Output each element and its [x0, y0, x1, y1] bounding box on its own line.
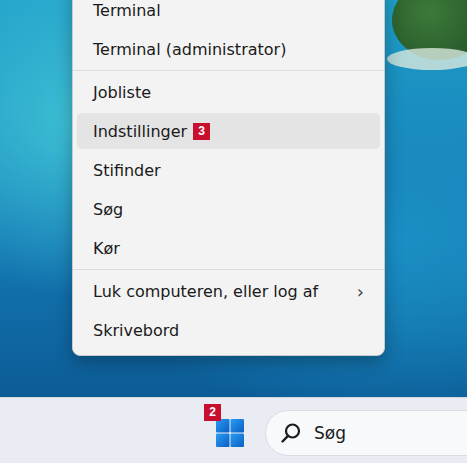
- search-icon: [280, 422, 302, 444]
- menu-separator: [73, 70, 384, 71]
- step-badge: 3: [193, 123, 210, 140]
- step-badge: 2: [204, 404, 221, 421]
- menu-item[interactable]: Stifinder: [77, 152, 380, 188]
- chevron-right-icon: ›: [357, 281, 368, 302]
- menu-item[interactable]: Jobliste: [77, 74, 380, 110]
- menu-item[interactable]: Terminal (administrator): [77, 31, 380, 67]
- windows-logo-icon: [215, 418, 245, 448]
- shore-image: [387, 48, 467, 70]
- menu-item[interactable]: Indstillinger3: [77, 113, 380, 149]
- menu-item[interactable]: Terminal: [77, 0, 380, 28]
- start-button[interactable]: 2: [215, 418, 245, 448]
- menu-item[interactable]: Skrivebord: [77, 312, 380, 348]
- search-box[interactable]: Søg: [265, 410, 467, 456]
- menu-separator: [73, 269, 384, 270]
- taskbar: 2 Søg: [0, 397, 467, 463]
- desktop: 2 Søg Terminal Terminal (administrator) Jobl…: [0, 0, 467, 463]
- search-placeholder: Søg: [314, 423, 346, 443]
- menu-item[interactable]: Søg: [77, 191, 380, 227]
- menu-item[interactable]: Luk computeren, eller log af›: [77, 273, 380, 309]
- menu-item[interactable]: Kør: [77, 230, 380, 266]
- context-menu: Terminal Terminal (administrator) Jobliste…: [72, 0, 385, 356]
